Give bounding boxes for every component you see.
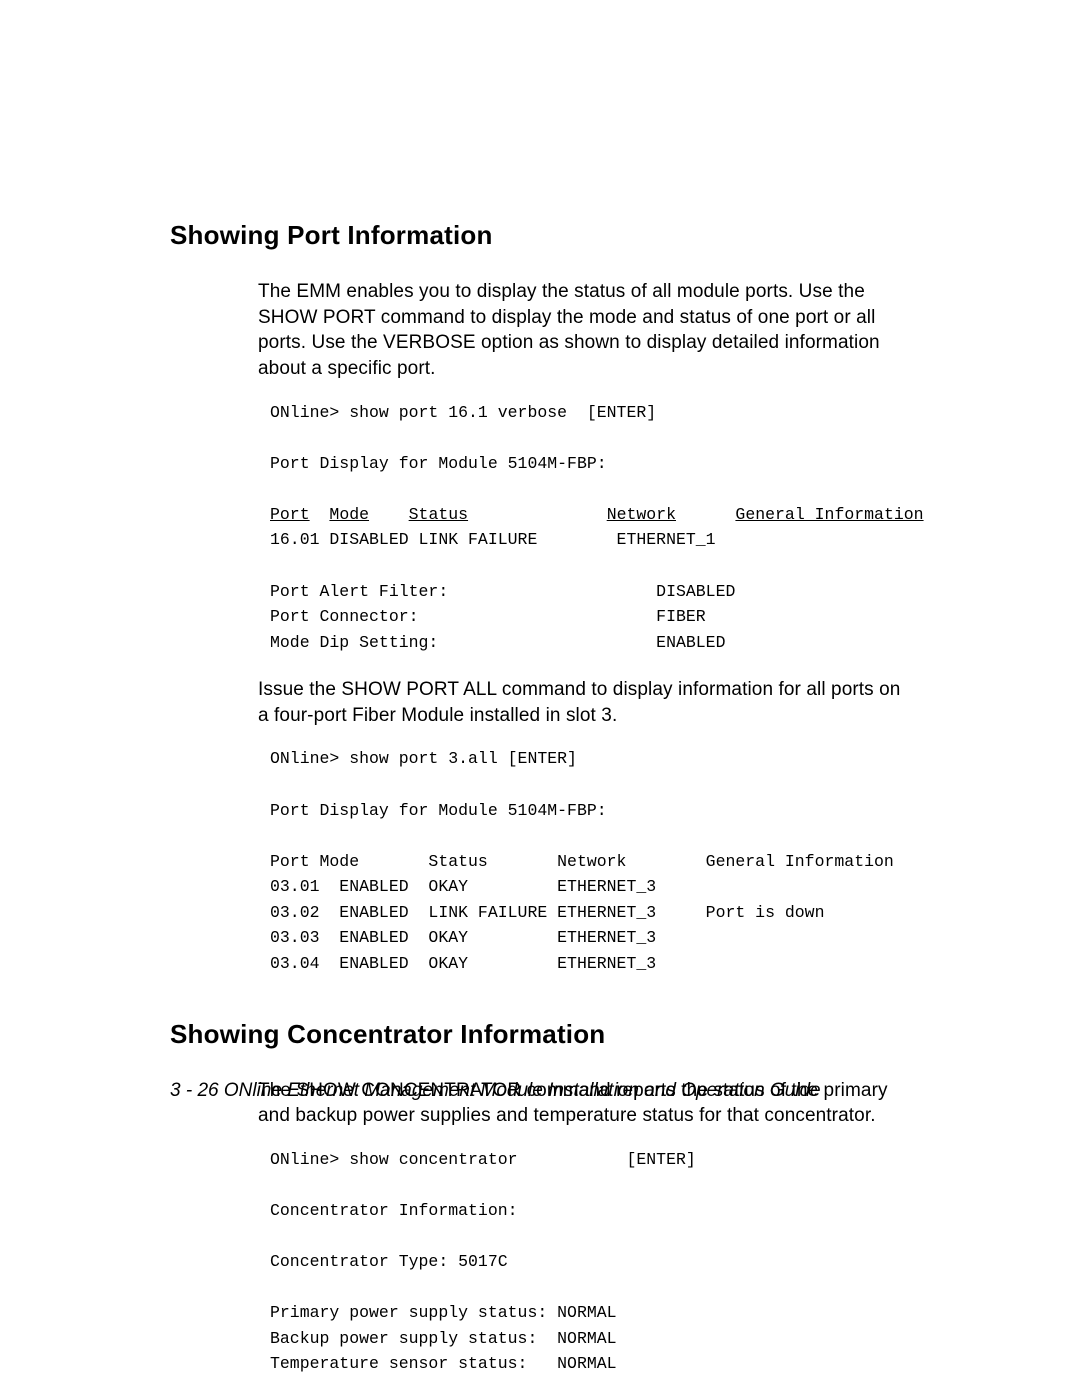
term-line: Port Display for Module 5104M-FBP: bbox=[270, 801, 607, 820]
heading-showing-concentrator-information: Showing Concentrator Information bbox=[170, 1019, 910, 1050]
term-line: 03.04 ENABLED OKAY ETHERNET_3 bbox=[270, 954, 656, 973]
term-line: ONline> show port 3.all [ENTER] bbox=[270, 749, 577, 768]
term-line: 03.01 ENABLED OKAY ETHERNET_3 bbox=[270, 877, 656, 896]
term-line: Concentrator Information: bbox=[270, 1201, 518, 1220]
term-header-status: Status bbox=[409, 505, 468, 524]
para-port-info-1: The EMM enables you to display the statu… bbox=[170, 279, 910, 382]
terminal-output-port-all: ONline> show port 3.all [ENTER] Port Dis… bbox=[170, 746, 910, 976]
term-header-network: Network bbox=[607, 505, 676, 524]
term-header-general-info: General Information bbox=[735, 505, 923, 524]
term-header-mode: Mode bbox=[329, 505, 369, 524]
page: Showing Port Information The EMM enables… bbox=[0, 0, 1080, 1397]
page-footer: 3 - 26 ONline Ethernet Management Module… bbox=[170, 1080, 821, 1102]
term-line: Mode Dip Setting: ENABLED bbox=[270, 633, 725, 652]
term-line: Backup power supply status: NORMAL bbox=[270, 1329, 617, 1348]
term-header-port: Port bbox=[270, 505, 310, 524]
term-line: Concentrator Type: 5017C bbox=[270, 1252, 508, 1271]
term-line: Port Display for Module 5104M-FBP: bbox=[270, 454, 607, 473]
term-line: ONline> show port 16.1 verbose [ENTER] bbox=[270, 403, 656, 422]
para-port-info-2: Issue the SHOW PORT ALL command to displ… bbox=[170, 677, 910, 728]
heading-showing-port-information: Showing Port Information bbox=[170, 220, 910, 251]
term-line: Port Alert Filter: DISABLED bbox=[270, 582, 735, 601]
term-line: Temperature sensor status: NORMAL bbox=[270, 1354, 617, 1373]
term-line: Port Connector: FIBER bbox=[270, 607, 706, 626]
term-line: ONline> show concentrator [ENTER] bbox=[270, 1150, 696, 1169]
term-line: Port Mode Status Network General Informa… bbox=[270, 852, 894, 871]
term-line: Primary power supply status: NORMAL bbox=[270, 1303, 617, 1322]
terminal-output-port-verbose: ONline> show port 16.1 verbose [ENTER] P… bbox=[170, 400, 910, 656]
terminal-output-concentrator: ONline> show concentrator [ENTER] Concen… bbox=[170, 1147, 910, 1377]
term-line: 16.01 DISABLED LINK FAILURE ETHERNET_1 bbox=[270, 530, 716, 549]
section-concentrator: Showing Concentrator Information The SHO… bbox=[170, 1019, 910, 1377]
term-line: 03.02 ENABLED LINK FAILURE ETHERNET_3 Po… bbox=[270, 903, 825, 922]
term-line: 03.03 ENABLED OKAY ETHERNET_3 bbox=[270, 928, 656, 947]
